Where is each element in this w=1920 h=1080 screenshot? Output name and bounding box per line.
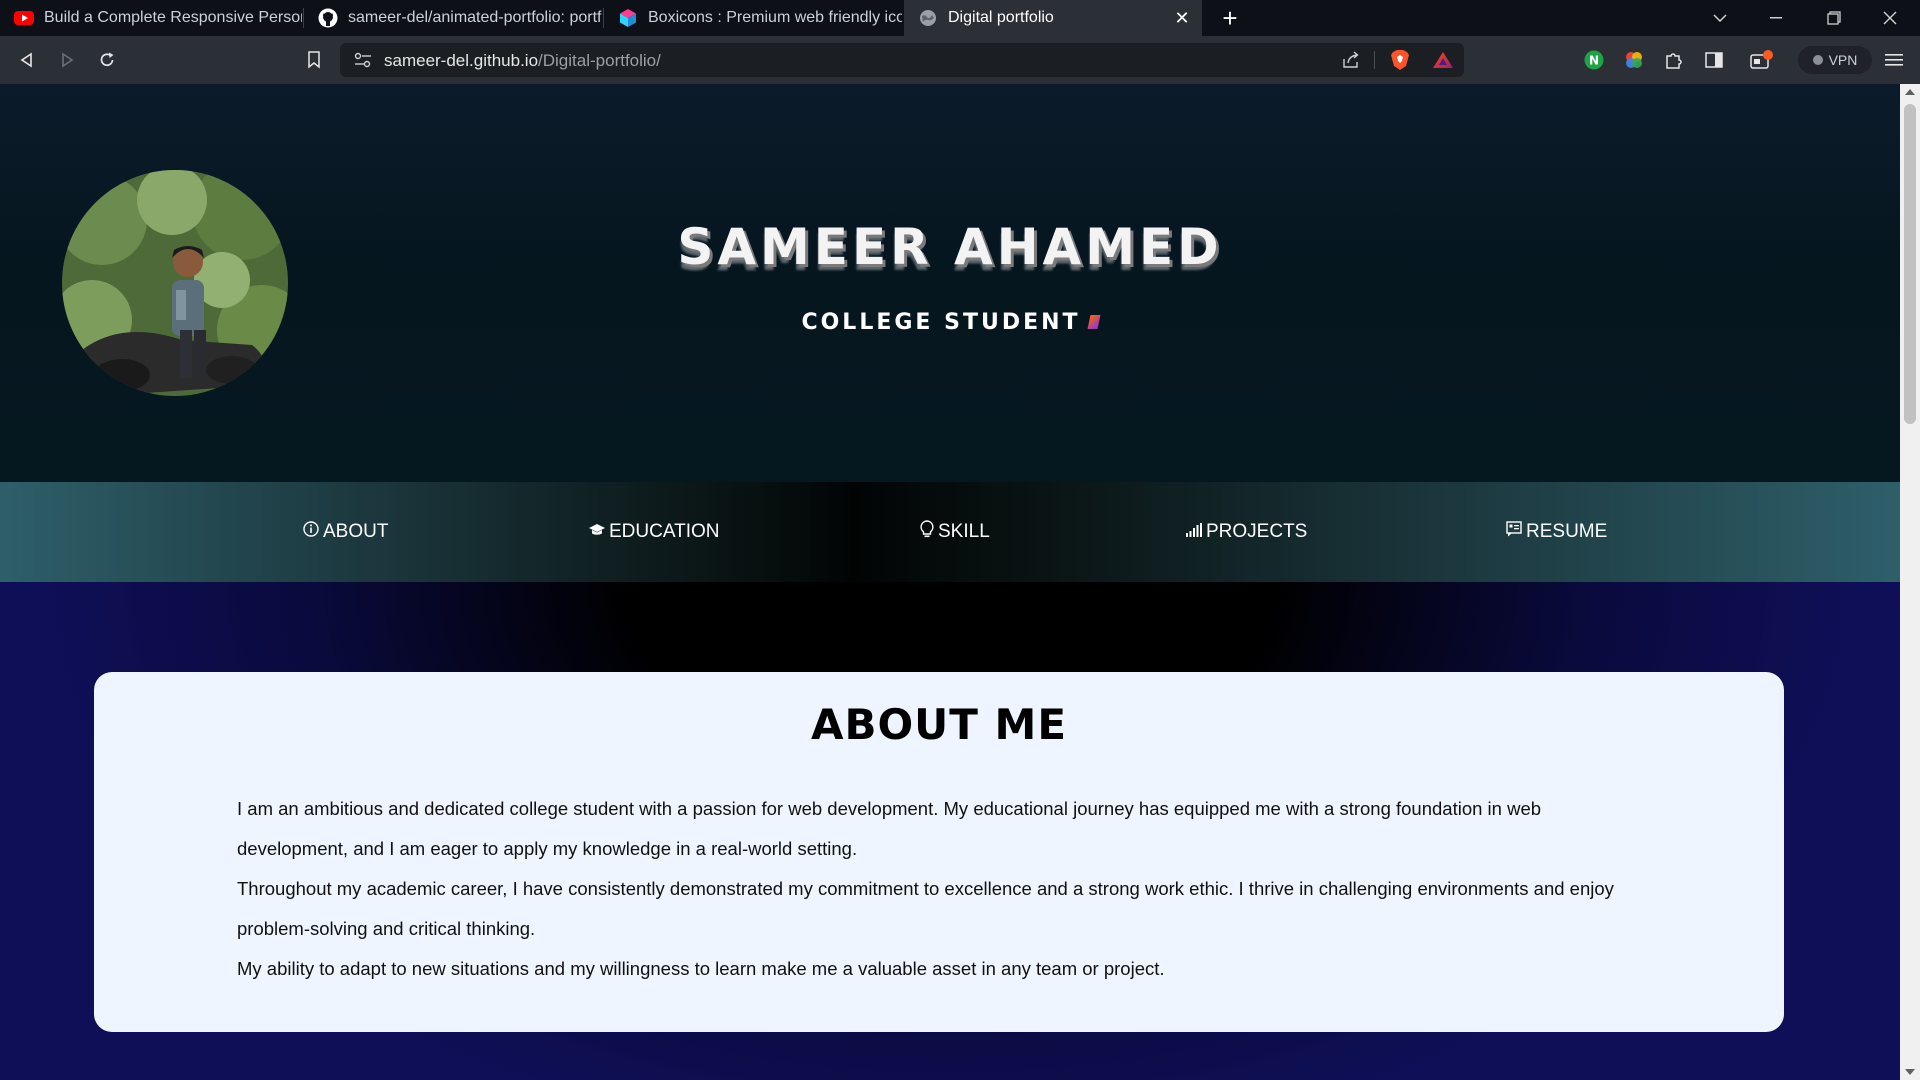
tab-digital-portfolio[interactable]: Digital portfolio ✕ bbox=[904, 0, 1202, 36]
extensions-puzzle-icon[interactable] bbox=[1662, 48, 1686, 72]
typing-cursor-icon bbox=[1087, 315, 1101, 329]
hero-role-text: COLLEGE STUDENT bbox=[801, 310, 1081, 335]
close-window-button[interactable] bbox=[1862, 0, 1918, 36]
github-icon bbox=[318, 8, 338, 28]
forward-button[interactable] bbox=[55, 48, 79, 72]
info-circle-icon bbox=[303, 521, 319, 543]
vpn-label: VPN bbox=[1828, 52, 1858, 68]
address-bar[interactable]: sameer-del.github.io/Digital-portfolio/ bbox=[340, 43, 1464, 77]
tab-title: Digital portfolio bbox=[948, 9, 1054, 26]
vpn-status-icon bbox=[1812, 55, 1823, 65]
tab-title: Boxicons : Premium web friendly icon bbox=[648, 9, 902, 26]
sidebar-toggle-icon[interactable] bbox=[1702, 48, 1726, 72]
tab-title: Build a Complete Responsive Personal bbox=[44, 9, 302, 26]
scroll-up-arrow-icon[interactable] bbox=[1905, 89, 1915, 95]
youtube-icon bbox=[14, 8, 34, 28]
brave-news-icon[interactable] bbox=[1750, 48, 1774, 72]
nav-item-label: RESUME bbox=[1526, 521, 1608, 542]
hero-name-heading: SAMEER AHAMED bbox=[677, 218, 1223, 276]
url-text[interactable]: sameer-del.github.io/Digital-portfolio/ bbox=[384, 51, 661, 71]
profile-avatar bbox=[62, 170, 288, 396]
restore-button[interactable] bbox=[1806, 0, 1862, 36]
tab-title: sameer-del/animated-portfolio: portfo bbox=[348, 9, 602, 26]
nav-item-education[interactable]: EDUCATION bbox=[589, 520, 719, 544]
address-divider bbox=[1374, 51, 1375, 69]
browser-toolbar: sameer-del.github.io/Digital-portfolio/ … bbox=[0, 36, 1920, 84]
color-picker-extension-icon[interactable] bbox=[1622, 48, 1646, 72]
about-paragraph: My ability to adapt to new situations an… bbox=[237, 958, 1165, 979]
about-paragraph: Throughout my academic career, I have co… bbox=[237, 878, 1614, 939]
scroll-down-arrow-icon[interactable] bbox=[1905, 1069, 1915, 1075]
signal-bars-icon bbox=[1186, 521, 1202, 543]
tab-youtube[interactable]: Build a Complete Responsive Personal bbox=[0, 0, 302, 36]
boxicons-icon bbox=[618, 8, 638, 28]
tab-close-icon[interactable]: ✕ bbox=[1172, 8, 1192, 28]
tab-boxicons[interactable]: Boxicons : Premium web friendly icon bbox=[604, 0, 902, 36]
nav-item-about[interactable]: ABOUT bbox=[303, 520, 388, 544]
main-navigation: ABOUT EDUCATION SKILL PROJECTS RESUME bbox=[0, 482, 1900, 582]
about-text: I am an ambitious and dedicated college … bbox=[237, 789, 1657, 989]
new-tab-button[interactable]: + bbox=[1216, 4, 1244, 32]
nav-item-label: PROJECTS bbox=[1206, 521, 1308, 542]
about-paragraph: I am an ambitious and dedicated college … bbox=[237, 798, 1542, 859]
resume-icon bbox=[1506, 521, 1522, 543]
tab-github[interactable]: sameer-del/animated-portfolio: portfo bbox=[304, 0, 602, 36]
main-menu-icon[interactable] bbox=[1882, 48, 1906, 72]
tab-search-chevron-icon[interactable] bbox=[1692, 0, 1748, 36]
about-title: ABOUT ME bbox=[810, 700, 1068, 749]
share-icon[interactable] bbox=[1342, 51, 1360, 74]
hero-role-line: COLLEGE STUDENT bbox=[0, 310, 1900, 335]
page-scrollbar[interactable] bbox=[1900, 84, 1920, 1080]
nav-item-resume[interactable]: RESUME bbox=[1506, 520, 1607, 544]
scrollbar-thumb[interactable] bbox=[1904, 104, 1916, 424]
hero-header: SAMEER AHAMED COLLEGE STUDENT bbox=[0, 84, 1900, 482]
bookmark-icon[interactable] bbox=[302, 48, 326, 72]
brave-shields-icon[interactable] bbox=[1390, 49, 1410, 76]
url-path: /Digital-portfolio/ bbox=[538, 51, 661, 70]
globe-icon bbox=[918, 8, 938, 28]
browser-tab-bar: Build a Complete Responsive Personal sam… bbox=[0, 0, 1920, 36]
url-host: sameer-del.github.io bbox=[384, 51, 539, 70]
site-settings-icon[interactable] bbox=[354, 52, 372, 73]
minimize-button[interactable] bbox=[1748, 0, 1804, 36]
page-viewport: SAMEER AHAMED COLLEGE STUDENT ABOUT EDUC… bbox=[0, 84, 1900, 1080]
about-section: ABOUT ME I am an ambitious and dedicated… bbox=[0, 582, 1900, 1080]
vpn-button[interactable]: VPN bbox=[1798, 46, 1872, 74]
nav-item-label: SKILL bbox=[938, 521, 990, 542]
brave-rewards-icon[interactable] bbox=[1432, 51, 1454, 74]
bulb-icon bbox=[920, 520, 934, 544]
svg-text:N: N bbox=[1589, 54, 1599, 68]
about-card: ABOUT ME I am an ambitious and dedicated… bbox=[94, 672, 1784, 1032]
nav-item-skill[interactable]: SKILL bbox=[920, 520, 990, 544]
graduation-cap-icon bbox=[589, 521, 605, 543]
nav-item-projects[interactable]: PROJECTS bbox=[1186, 520, 1307, 544]
nav-item-label: EDUCATION bbox=[609, 521, 720, 542]
extension-n-icon[interactable]: N bbox=[1582, 48, 1606, 72]
nav-item-label: ABOUT bbox=[323, 521, 389, 542]
reload-button[interactable] bbox=[95, 48, 119, 72]
back-button[interactable] bbox=[15, 48, 39, 72]
